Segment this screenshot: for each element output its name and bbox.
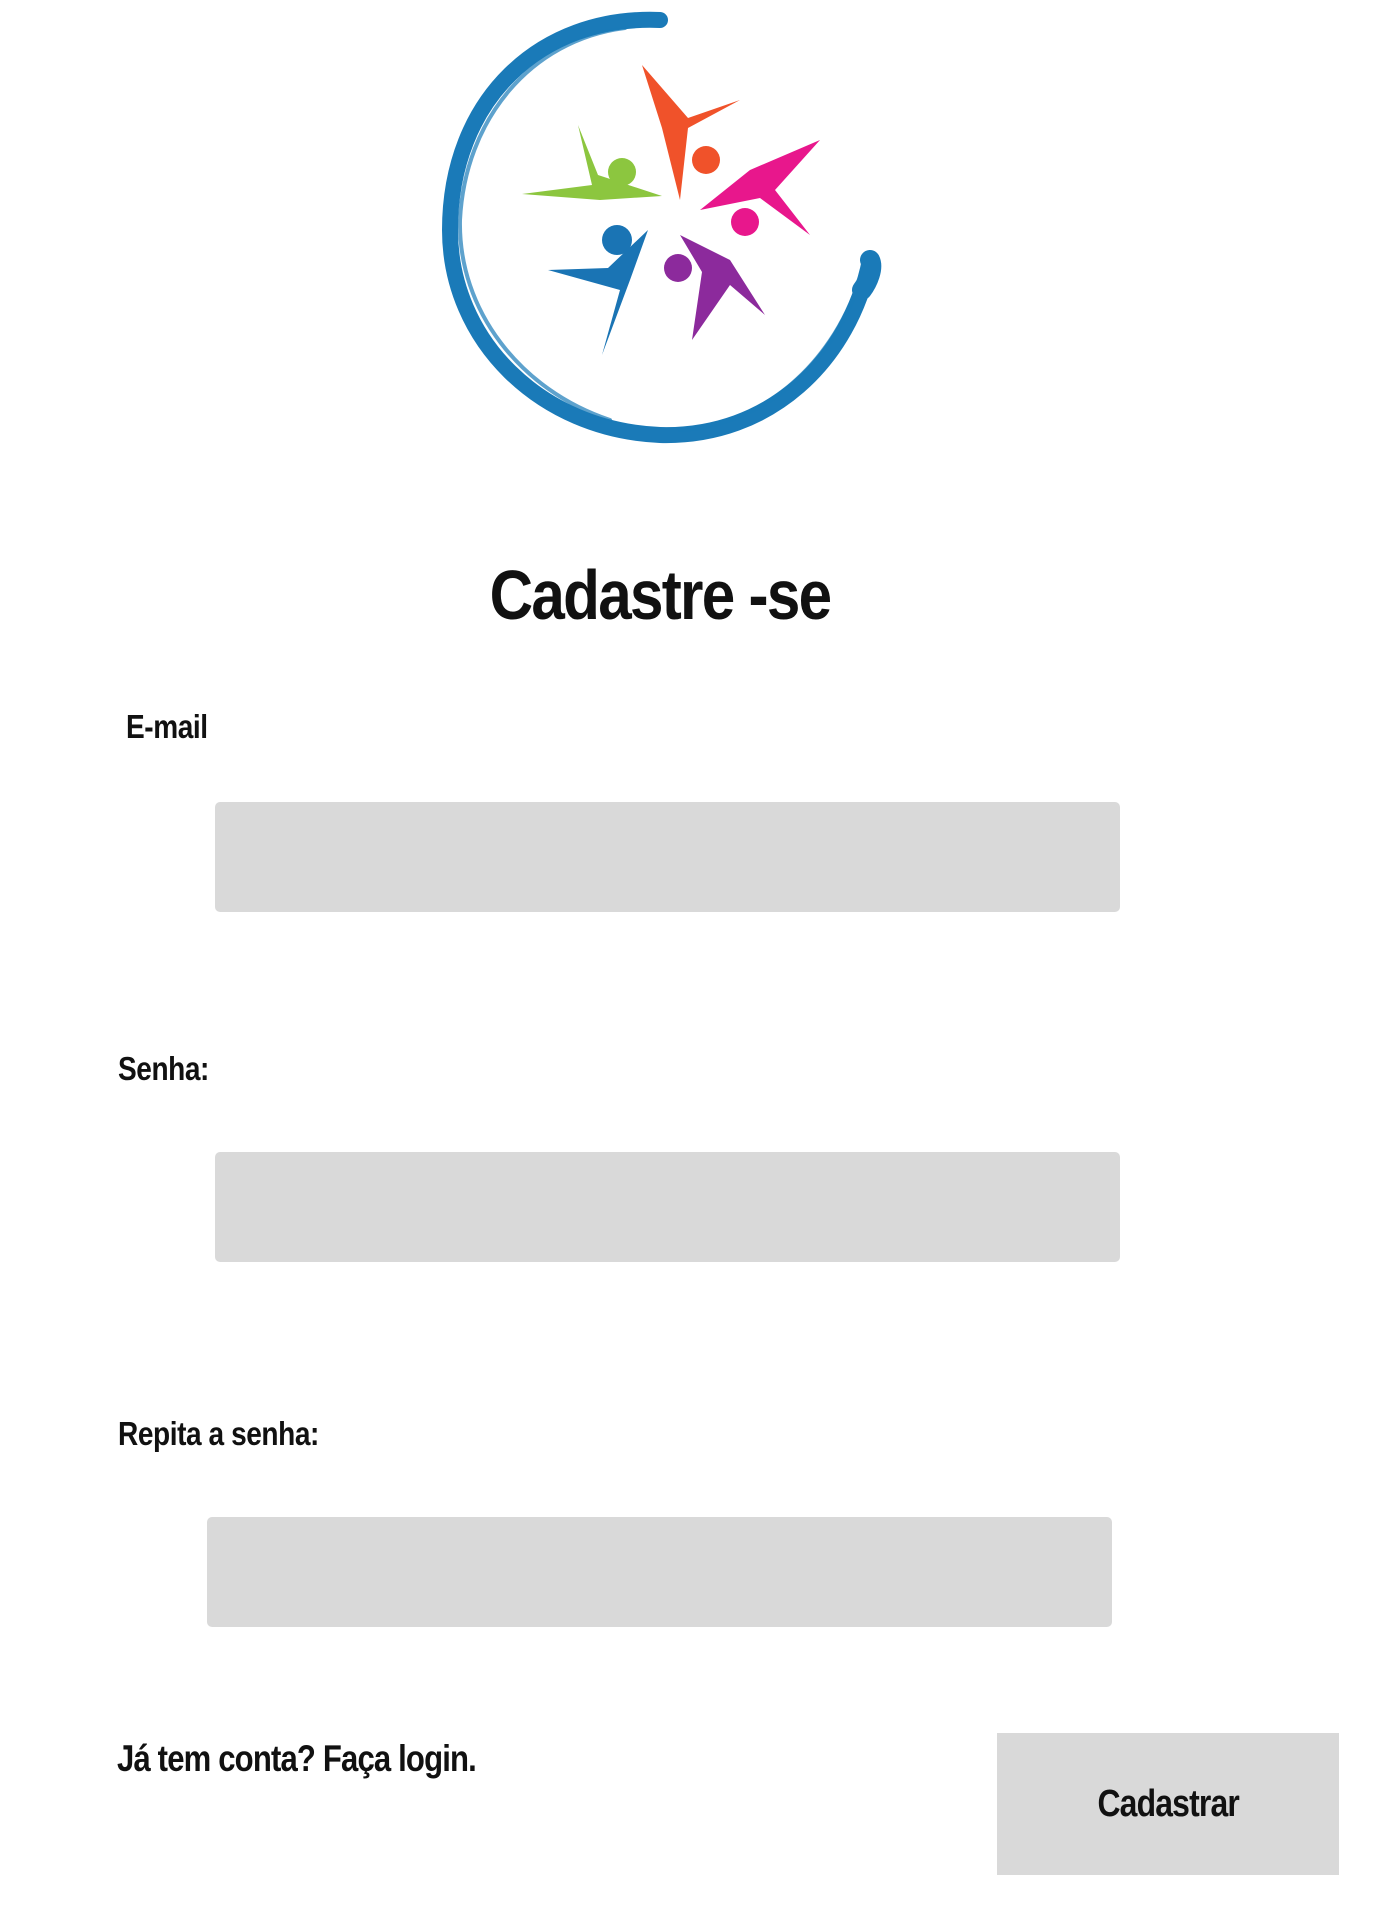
- register-button-label: Cadastrar: [1097, 1782, 1239, 1825]
- password-label: Senha:: [118, 1050, 209, 1087]
- login-link[interactable]: Já tem conta? Faça login.: [117, 1740, 477, 1777]
- repeat-password-label: Repita a senha:: [118, 1415, 319, 1452]
- register-button[interactable]: Cadastrar: [997, 1733, 1339, 1875]
- email-field[interactable]: [215, 802, 1120, 912]
- page-title: Cadastre -se: [489, 556, 832, 634]
- logo: [430, 10, 890, 460]
- email-label: E-mail: [126, 708, 208, 745]
- repeat-password-field[interactable]: [207, 1517, 1112, 1627]
- people-circle-logo-icon: [441, 11, 882, 444]
- password-field[interactable]: [215, 1152, 1120, 1262]
